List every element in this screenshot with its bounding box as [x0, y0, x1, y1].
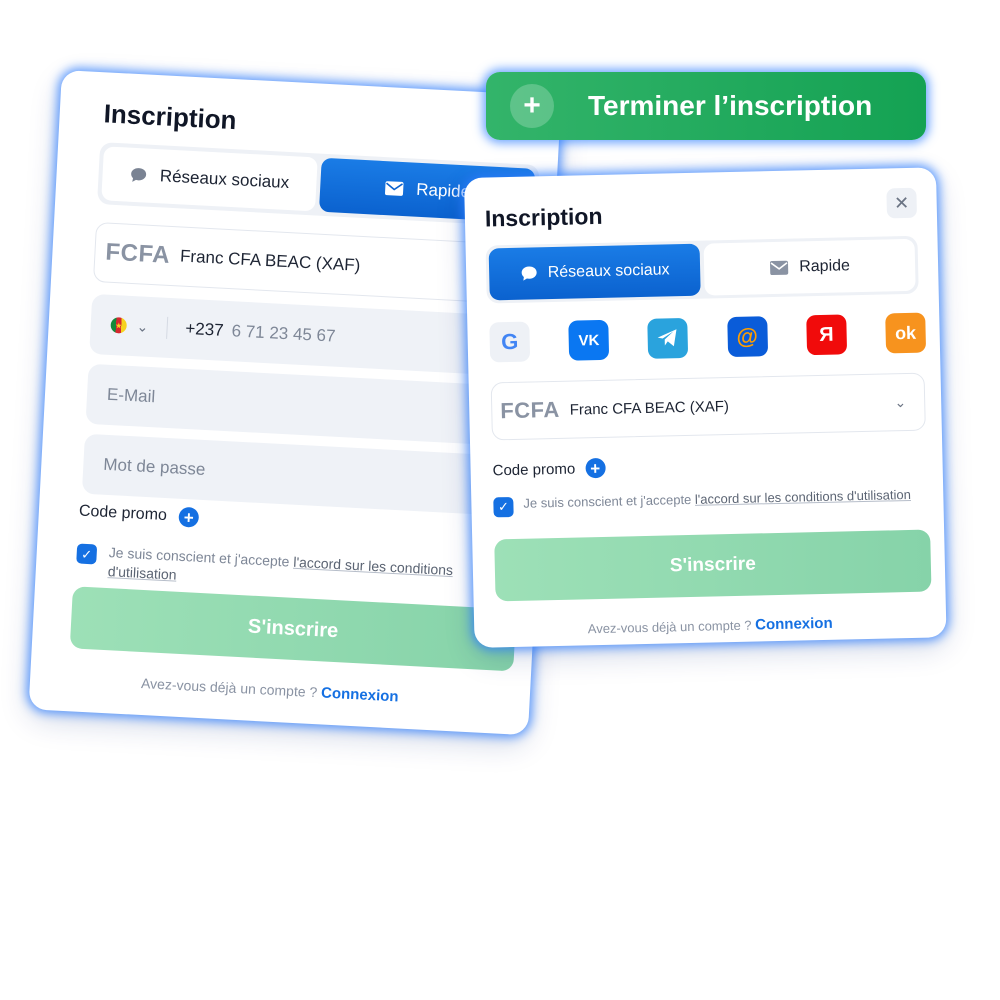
login-link[interactable]: Connexion [321, 684, 399, 705]
promo-code-toggle[interactable]: Code promo + [492, 457, 606, 481]
close-icon[interactable]: ✕ [886, 187, 918, 219]
chevron-down-icon[interactable]: ⌄ [894, 394, 906, 411]
terms-prefix: Je suis conscient et j'accepte [523, 491, 696, 511]
odnoklassniki-icon[interactable]: ok [885, 312, 927, 354]
tab-social-networks[interactable]: Réseaux sociaux [101, 146, 318, 212]
divider [165, 316, 168, 339]
currency-code: FCFA [104, 238, 171, 269]
promo-label: Code promo [78, 502, 168, 525]
terms-link[interactable]: l'accord sur les conditions d'utilisatio… [695, 487, 911, 507]
login-link[interactable]: Connexion [755, 615, 833, 634]
plus-icon: + [510, 84, 554, 128]
promo-code-toggle[interactable]: Code promo + [78, 502, 200, 528]
register-button[interactable]: S'inscrire [494, 529, 932, 602]
currency-select[interactable]: FCFA Franc CFA BEAC (XAF) ⌄ [490, 372, 926, 441]
yandex-icon[interactable]: Я [805, 314, 847, 356]
email-placeholder: E-Mail [106, 384, 156, 407]
registration-card-front: Inscription ✕ Réseaux sociaux Rapide G V… [464, 167, 947, 648]
tab-label: Réseaux sociaux [547, 261, 670, 282]
telegram-icon[interactable] [647, 317, 689, 359]
form-title: Inscription [103, 98, 238, 136]
google-icon[interactable]: G [489, 321, 531, 363]
plus-icon[interactable]: + [584, 457, 606, 479]
currency-name: Franc CFA BEAC (XAF) [179, 246, 361, 275]
login-prompt: Avez-vous déjà un compte ? Connexion [474, 612, 946, 640]
terms-agreement: ✓ Je suis conscient et j'accepte l'accor… [493, 486, 913, 518]
chat-bubble-icon [520, 264, 538, 282]
currency-code: FCFA [500, 396, 561, 424]
mail-ru-icon[interactable]: @ [726, 316, 768, 358]
chevron-down-icon[interactable]: ⌄ [136, 318, 149, 336]
envelope-icon [769, 260, 789, 276]
tab-label: Rapide [415, 179, 471, 202]
vk-icon[interactable]: VK [568, 319, 610, 361]
social-login-row: G VK @ Я ok [489, 312, 927, 363]
terms-checkbox[interactable]: ✓ [76, 543, 98, 565]
promo-label: Code promo [492, 460, 576, 479]
envelope-icon [384, 180, 405, 197]
tab-quick[interactable]: Rapide [703, 238, 916, 296]
login-text: Avez-vous déjà un compte ? [140, 674, 322, 701]
login-text: Avez-vous déjà un compte ? [587, 617, 756, 637]
tab-label: Rapide [799, 257, 851, 276]
currency-name: Franc CFA BEAC (XAF) [569, 397, 730, 419]
registration-tabs: Réseaux sociaux Rapide [485, 235, 919, 304]
tab-label: Réseaux sociaux [159, 166, 290, 193]
phone-country-code: +237 [184, 318, 225, 340]
login-prompt: Avez-vous déjà un compte ? Connexion [30, 669, 510, 711]
terms-text: Je suis conscient et j'accepte l'accord … [523, 486, 911, 517]
cameroon-flag-icon: ★ [110, 316, 128, 334]
complete-registration-button[interactable]: + Terminer l’inscription [486, 72, 926, 140]
phone-field[interactable]: ★ ⌄ +237 6 71 23 45 67 [89, 293, 532, 377]
plus-icon[interactable]: + [178, 506, 200, 528]
form-title: Inscription [484, 202, 603, 232]
password-placeholder: Mot de passe [102, 454, 206, 480]
tab-social-networks[interactable]: Réseaux sociaux [488, 243, 701, 301]
phone-placeholder: 6 71 23 45 67 [231, 321, 336, 346]
terms-checkbox[interactable]: ✓ [493, 496, 514, 518]
email-field[interactable]: E-Mail [85, 363, 529, 447]
chat-bubble-icon [129, 166, 148, 185]
banner-label: Terminer l’inscription [588, 90, 873, 121]
